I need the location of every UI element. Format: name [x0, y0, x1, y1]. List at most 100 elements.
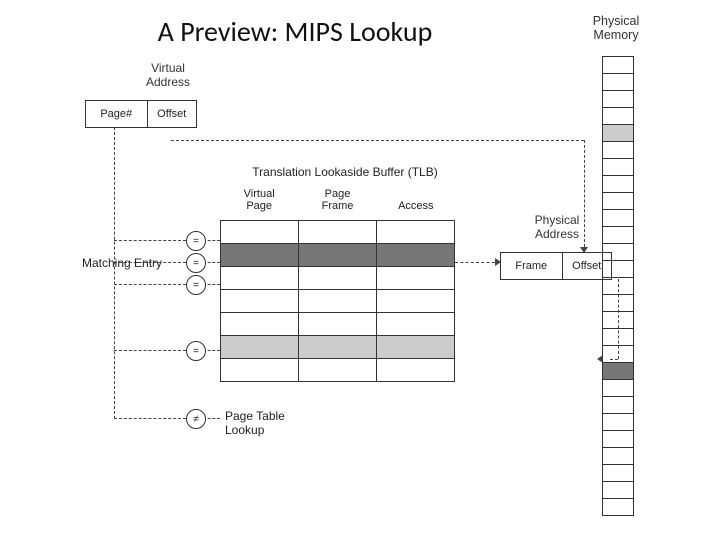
physical-memory-column: [602, 56, 634, 516]
va-page-col: Page#: [86, 101, 148, 127]
va-offset-col: Offset: [148, 101, 197, 127]
tlb-row: [221, 336, 454, 359]
virtual-address-box: Page# Offset: [85, 100, 197, 128]
tlb-cell: [299, 336, 377, 358]
tlb-col-virtual-page: Virtual Page: [220, 188, 298, 216]
connector-to-cmp3: [114, 284, 186, 285]
tlb-header-row: Virtual Page Page Frame Access: [220, 188, 455, 216]
memory-cell: [603, 499, 633, 515]
ptl-line1: Page Table: [225, 409, 285, 423]
memory-cell: [603, 312, 633, 329]
memory-cell: [603, 159, 633, 176]
memory-cell: [603, 278, 633, 295]
comparator-eq-4: =: [186, 341, 206, 361]
connector-offset-h: [171, 140, 584, 141]
tlb-cell: [377, 221, 454, 243]
pa-label-l1: Physical: [535, 213, 580, 227]
memory-cell: [603, 397, 633, 414]
tlb-col-access-l: Access: [398, 200, 433, 212]
memory-cell: [603, 380, 633, 397]
pm-label-l1: Physical: [593, 14, 640, 28]
tlb-col-pf-l2: Frame: [322, 200, 354, 212]
tlb-cell: [221, 290, 299, 312]
memory-cell: [603, 295, 633, 312]
memory-cell: [603, 57, 633, 74]
virtual-address-label-line1: Virtual: [151, 61, 185, 75]
pm-label-l2: Memory: [593, 28, 638, 42]
tlb-cell: [377, 359, 454, 381]
tlb-cell: [221, 359, 299, 381]
memory-cell: [603, 329, 633, 346]
memory-cell: [603, 431, 633, 448]
memory-cell: [603, 142, 633, 159]
connector-page-to-cmp-v: [114, 127, 115, 419]
tlb-cell: [377, 290, 454, 312]
tlb-row: [221, 244, 454, 267]
tlb-cell: [299, 313, 377, 335]
tlb-cell: [221, 313, 299, 335]
tlb-cell: [299, 359, 377, 381]
memory-cell: [603, 210, 633, 227]
memory-cell: [603, 193, 633, 210]
tlb-row: [221, 359, 454, 381]
pa-frame-col: Frame: [501, 253, 563, 279]
physical-memory-label: Physical Memory: [584, 14, 648, 43]
memory-cell: [603, 125, 633, 142]
tlb-cell: [377, 244, 454, 266]
tlb-title: Translation Lookaside Buffer (TLB): [235, 165, 455, 179]
memory-cell: [603, 244, 633, 261]
tlb-cell: [377, 336, 454, 358]
tlb-cell: [221, 267, 299, 289]
tlb-col-pf-l1: Page: [325, 188, 351, 200]
tlb-cell: [377, 267, 454, 289]
memory-cell: [603, 91, 633, 108]
tlb-cell: [299, 221, 377, 243]
tlb-row: [221, 290, 454, 313]
virtual-address-label: Virtual Address: [138, 62, 198, 90]
memory-cell: [603, 448, 633, 465]
tlb-col-page-frame: Page Frame: [298, 188, 376, 216]
tlb-col-vp-l2: Page: [246, 200, 272, 212]
tlb-cell: [299, 267, 377, 289]
memory-cell: [603, 414, 633, 431]
tlb-cell: [221, 244, 299, 266]
page-table-lookup-label: Page Table Lookup: [225, 410, 305, 438]
connector-to-cmp4: [114, 350, 186, 351]
tlb-cell: [299, 290, 377, 312]
comparator-eq-3: =: [186, 275, 206, 295]
tlb-col-access: Access: [377, 188, 455, 216]
tlb-row: [221, 267, 454, 290]
memory-cell: [603, 465, 633, 482]
tlb-cell: [221, 221, 299, 243]
comparator-eq-1: =: [186, 231, 206, 251]
tlb-cell: [221, 336, 299, 358]
tlb-cell: [299, 244, 377, 266]
memory-cell: [603, 261, 633, 278]
tlb-cell: [377, 313, 454, 335]
tlb-col-vp-l1: Virtual: [244, 188, 275, 200]
tlb-row: [221, 221, 454, 244]
memory-cell: [603, 176, 633, 193]
memory-cell: [603, 346, 633, 363]
page-title: A Preview: MIPS Lookup: [0, 14, 590, 49]
memory-cell: [603, 482, 633, 499]
matching-entry-label: Matching Entry: [82, 256, 162, 270]
connector-to-cmp-neq: [114, 418, 186, 419]
diagram-root: A Preview: MIPS Lookup Virtual Address P…: [0, 0, 720, 540]
comparator-eq-2: =: [186, 253, 206, 273]
tlb-table: Virtual Page Page Frame Access: [220, 220, 455, 382]
physical-address-box: Frame Offset: [500, 252, 612, 280]
connector-frame-out: [455, 262, 500, 263]
pa-label-l2: Address: [535, 227, 579, 241]
memory-cell: [603, 227, 633, 244]
memory-cell: [603, 108, 633, 125]
physical-address-label: Physical Address: [527, 214, 587, 242]
memory-cell: [603, 363, 633, 380]
virtual-address-label-line2: Address: [146, 75, 190, 89]
comparator-neq: ≠: [186, 409, 206, 429]
tlb-row: [221, 313, 454, 336]
ptl-line2: Lookup: [225, 423, 264, 437]
connector-to-cmp1: [114, 240, 186, 241]
memory-cell: [603, 74, 633, 91]
tlb-body: [220, 220, 455, 382]
